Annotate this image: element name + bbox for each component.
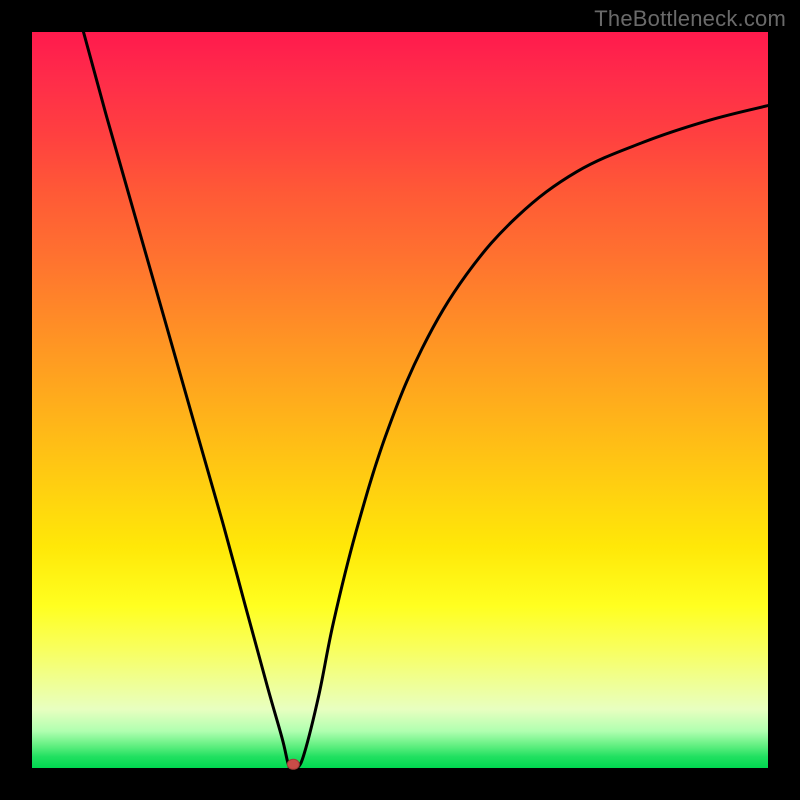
minimum-marker bbox=[287, 759, 299, 769]
bottleneck-curve bbox=[84, 32, 769, 771]
chart-frame: TheBottleneck.com bbox=[0, 0, 800, 800]
plot-area bbox=[32, 32, 768, 768]
watermark-text: TheBottleneck.com bbox=[594, 6, 786, 32]
chart-svg bbox=[32, 32, 768, 768]
